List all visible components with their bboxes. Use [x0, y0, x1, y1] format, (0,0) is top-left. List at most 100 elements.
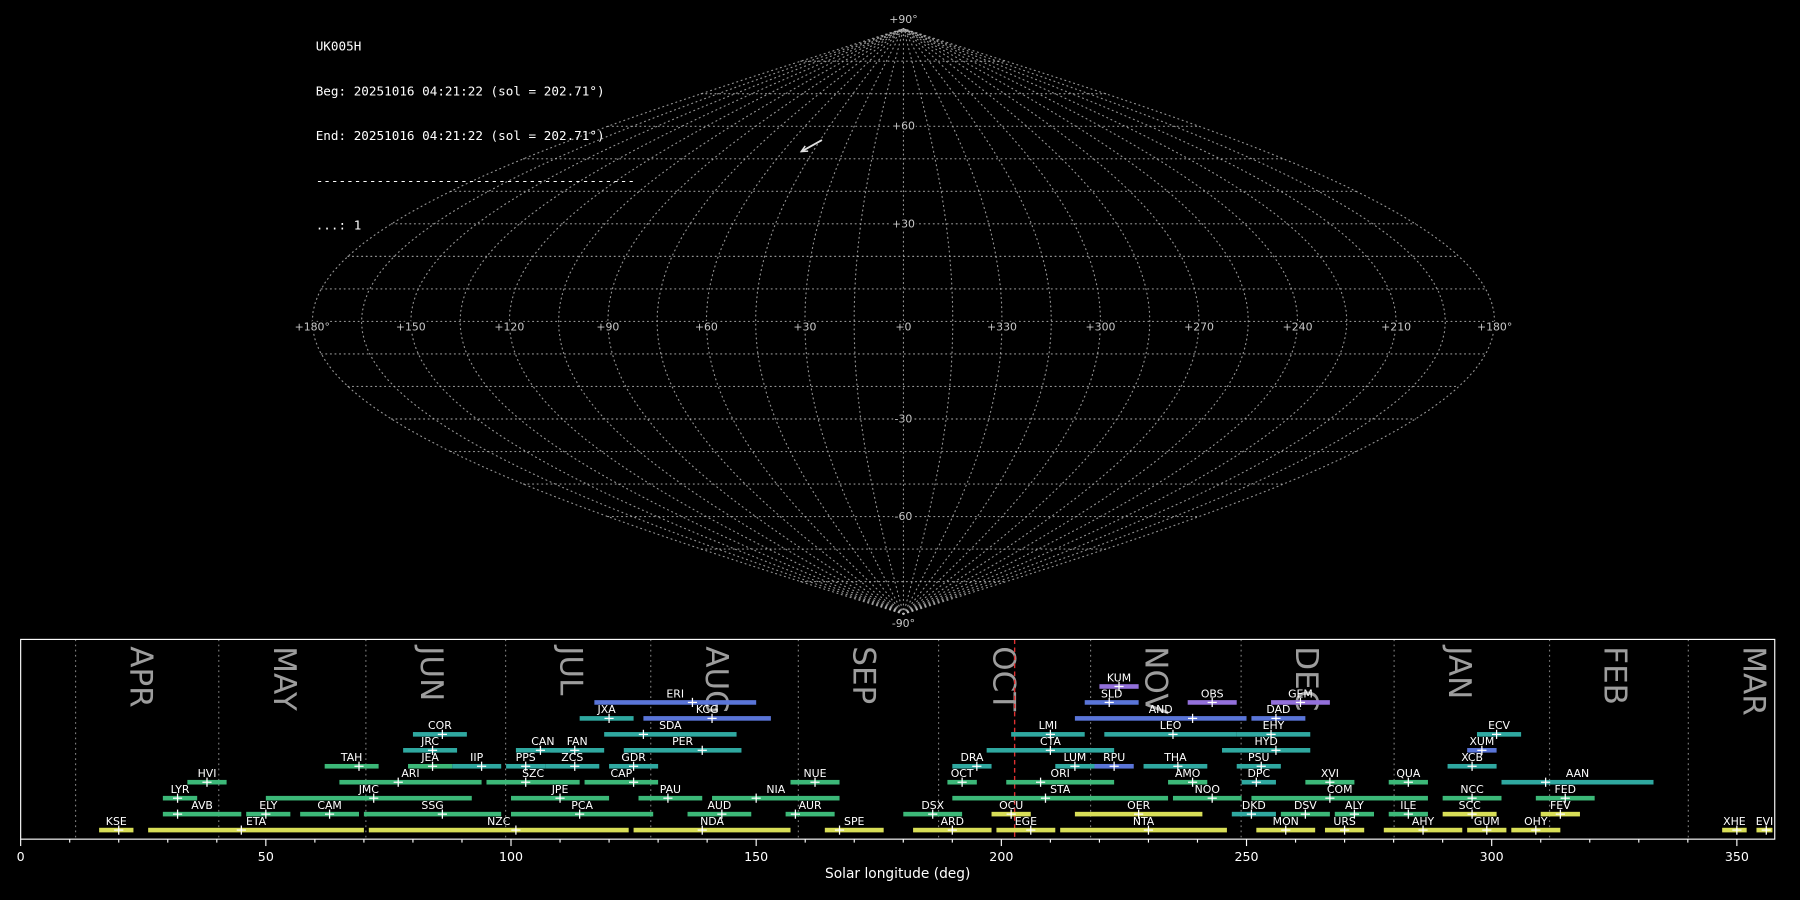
sky-lon-label: +90: [596, 321, 619, 334]
shower-label-NZC: NZC: [487, 815, 511, 828]
shower-label-LYR: LYR: [171, 783, 190, 796]
sky-lon-label: +210: [1381, 321, 1411, 334]
month-label: OCT: [986, 646, 1022, 712]
shower-label-AVB: AVB: [191, 799, 213, 812]
shower-label-AAN: AAN: [1566, 767, 1589, 780]
shower-label-NIA: NIA: [766, 783, 785, 796]
sky-lat-label: -60: [895, 510, 913, 523]
shower-bar-NDA: [633, 827, 791, 833]
month-label: SEP: [845, 646, 881, 704]
shower-bar-ETA: [148, 827, 364, 833]
sky-lon-label: +60: [695, 321, 718, 334]
sky-lon-label: +300: [1086, 321, 1116, 334]
meteor-trail: [800, 139, 823, 153]
x-axis-tick-label: 300: [1480, 849, 1504, 864]
shower-label-AND: AND: [1149, 703, 1173, 716]
x-axis-tick-label: 250: [1234, 849, 1258, 864]
shower-label-ERI: ERI: [666, 687, 684, 700]
station-id: UK005H: [315, 39, 362, 54]
x-axis-tick-label: 200: [989, 849, 1013, 864]
shower-peak-marker-STA: [1040, 793, 1051, 803]
sky-lon-label: +0: [895, 321, 911, 334]
shower-label-ZCS: ZCS: [561, 751, 583, 764]
shower-label-CAN: CAN: [531, 735, 554, 748]
shower-peak-marker-AND: [1187, 713, 1198, 723]
shower-bar-IIP: [452, 763, 502, 769]
shower-peak-marker-NIA: [751, 793, 761, 803]
sky-and-activity-plot: +180° +150 +120 +90 +60 +30 +0 +330 +300 +270 +240…: [17, 11, 1776, 882]
shower-label-ORI: ORI: [1051, 767, 1070, 780]
shower-label-SPE: SPE: [844, 815, 864, 828]
shower-bar-NZC: [368, 827, 629, 833]
month-label: JAN: [1441, 644, 1477, 699]
shower-label-AMO: AMO: [1175, 767, 1200, 780]
shower-label-COM: COM: [1327, 783, 1353, 796]
sky-lon-label: +240: [1283, 321, 1313, 334]
shower-label-FAN: FAN: [567, 735, 588, 748]
shower-peak-marker-SDA: [638, 729, 648, 739]
shower-label-HYD: HYD: [1255, 735, 1278, 748]
shower-label-SLD: SLD: [1101, 687, 1122, 700]
month-label: APR: [123, 646, 159, 707]
shower-bar-CAP: [584, 779, 659, 785]
shower-bar-ERI: [594, 700, 757, 705]
shower-label-SSG: SSG: [421, 799, 443, 812]
shower-bar-NTA: [1060, 827, 1227, 833]
shower-label-AUR: AUR: [799, 799, 822, 812]
sky-lon-label: +180°: [295, 321, 330, 334]
shower-label-EHY: EHY: [1263, 719, 1285, 732]
x-axis-tick-label: 100: [499, 849, 523, 864]
month-label: JUN: [413, 644, 449, 701]
shower-peak-marker-SPE: [834, 825, 845, 835]
sky-lon-label: +120: [494, 321, 524, 334]
shower-label-EGE: EGE: [1015, 815, 1037, 828]
shower-label-JRC: JRC: [420, 735, 439, 748]
x-axis-title: Solar longitude (deg): [825, 866, 970, 882]
x-axis-tick-label: 50: [258, 849, 274, 864]
shower-label-LMI: LMI: [1039, 719, 1058, 732]
shower-label-PCA: PCA: [571, 799, 593, 812]
shower-label-DKD: DKD: [1242, 799, 1266, 812]
shower-label-NDA: NDA: [700, 815, 724, 828]
shower-bar-AAN: [1501, 779, 1654, 785]
shower-peak-marker-AVB: [172, 809, 183, 819]
sky-lat-label: +30: [892, 217, 915, 230]
sky-lon-label: +330: [987, 321, 1017, 334]
sky-lat-label: -90°: [892, 617, 915, 630]
shower-label-JXA: JXA: [597, 703, 617, 716]
x-axis-tick-label: 150: [744, 849, 768, 864]
shower-label-JMC: JMC: [358, 783, 380, 796]
shower-peak-marker-NZC: [511, 825, 521, 835]
shower-label-KSE: KSE: [106, 815, 127, 828]
shower-label-STA: STA: [1050, 783, 1071, 796]
shower-label-SDA: SDA: [659, 719, 682, 732]
month-label: FEB: [1597, 646, 1633, 705]
sky-lat-label: -30: [895, 412, 913, 425]
sky-lon-label: +270: [1184, 321, 1214, 334]
sky-lon-label: +150: [396, 321, 426, 334]
shower-label-LEO: LEO: [1160, 719, 1182, 732]
sky-lat-label: +60: [892, 120, 915, 133]
info-block: UK005H Beg: 20251016 04:21:22 (sol = 202…: [316, 9, 635, 263]
shower-bar-SPE: [824, 827, 884, 833]
shower-peak-marker-ETA: [236, 825, 246, 835]
shower-label-PSU: PSU: [1248, 751, 1269, 764]
end-time-line: End: 20251016 04:21:22 (sol = 202.71°): [315, 128, 605, 144]
shower-bar-SSG: [363, 811, 502, 817]
plot-canvas: UK005H Beg: 20251016 04:21:22 (sol = 202…: [0, 0, 1800, 900]
activity-timeline: APR MAY JUN JUL AUG SEP OCT NOV DEC JAN FEB MARKUME…: [17, 638, 1776, 882]
shower-label-ELY: ELY: [259, 799, 278, 812]
shower-peak-marker-PER: [697, 745, 707, 755]
shower-label-SCC: SCC: [1459, 799, 1482, 812]
month-label: MAY: [266, 646, 302, 711]
shower-label-ETA: ETA: [246, 815, 267, 828]
shower-label-ECV: ECV: [1488, 719, 1510, 732]
shower-label-XHE: XHE: [1723, 815, 1746, 828]
shower-label-DRA: DRA: [960, 751, 984, 764]
shower-peak-marker-AAN: [1541, 777, 1551, 787]
shower-label-PAU: PAU: [660, 783, 681, 796]
shower-label-DAD: DAD: [1266, 703, 1290, 716]
shower-label-NTA: NTA: [1133, 815, 1155, 828]
shower-label-KCG: KCG: [696, 703, 719, 716]
shower-label-COR: COR: [428, 719, 452, 732]
